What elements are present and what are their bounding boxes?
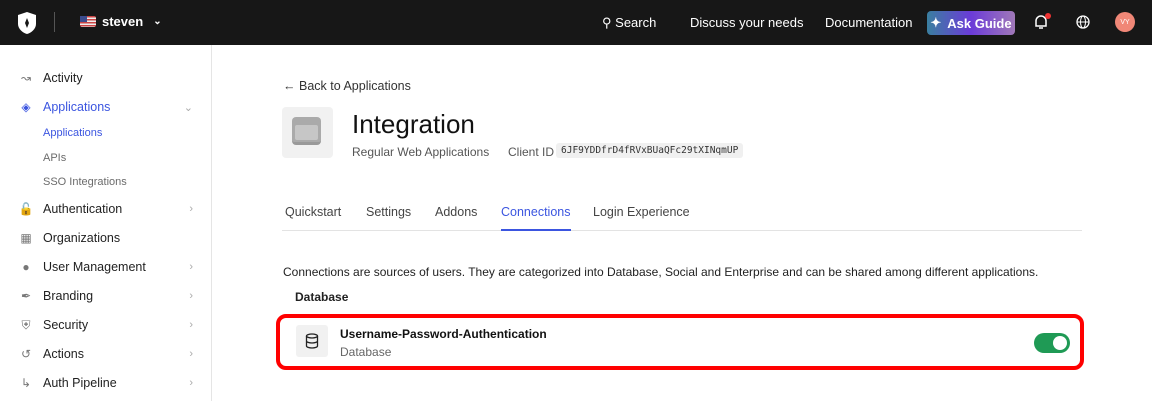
shield-icon: ⛨ [21, 318, 31, 332]
chevron-right-icon: › [189, 203, 193, 215]
tab-login-experience[interactable]: Login Experience [593, 205, 690, 219]
arrow-left-icon: ← [283, 79, 296, 93]
application-type: Regular Web Applications [352, 145, 490, 159]
tenant-name: steven [102, 14, 144, 29]
client-id-label: Client ID [508, 145, 555, 159]
connection-type: Database [340, 345, 392, 359]
ask-guide-label: Ask Guide [947, 15, 1012, 31]
sparkle-icon: ✦ [930, 15, 942, 30]
tab-quickstart[interactable]: Quickstart [285, 205, 341, 219]
activity-icon: ↝ [20, 71, 32, 85]
divider [54, 12, 55, 32]
database-icon [296, 325, 328, 357]
chevron-down-icon: ⌄ [183, 101, 193, 114]
sidebar-item-user-management[interactable]: ● User Management › [18, 260, 193, 274]
client-id-value[interactable]: 6JF9YDDfrD4fRVxBUaQFc29tXINqmUP [556, 143, 744, 158]
chevron-right-icon: › [189, 261, 193, 273]
back-label: Back to Applications [298, 79, 411, 93]
tab-settings[interactable]: Settings [366, 205, 411, 219]
sidebar-item-label: Applications [43, 100, 111, 114]
sidebar: ↝ Activity ◈ Applications ⌄ Applications AP… [0, 45, 212, 401]
sidebar-item-label: Authentication [43, 202, 123, 216]
chevron-right-icon: › [189, 348, 193, 360]
connection-enabled-toggle[interactable] [1034, 333, 1070, 353]
sidebar-sub-sso-integrations[interactable]: SSO Integrations [43, 176, 127, 188]
back-link[interactable]: ← Back to Applications [283, 79, 411, 93]
lock-icon: 🔓 [18, 202, 34, 216]
sidebar-item-actions[interactable]: ↺ Actions › [18, 347, 193, 361]
pipeline-icon: ↳ [20, 376, 32, 390]
section-heading: Database [295, 290, 349, 304]
sidebar-item-applications[interactable]: ◈ Applications ⌄ [18, 100, 193, 114]
chevron-right-icon: › [189, 319, 193, 331]
sidebar-item-security[interactable]: ⛨ Security › [18, 318, 193, 332]
search-label: Search [615, 15, 657, 30]
search-button[interactable]: ⚲ Search [602, 15, 656, 31]
ask-guide-button[interactable]: ✦ Ask Guide [927, 11, 1015, 35]
sidebar-sub-applications[interactable]: Applications [43, 127, 102, 139]
connections-description: Connections are sources of users. They a… [283, 265, 1039, 279]
organizations-icon: ▦ [20, 231, 32, 245]
tabs: Quickstart Settings Addons Connections L… [282, 196, 1082, 231]
connection-name: Username-Password-Authentication [340, 327, 547, 341]
application-icon [282, 107, 333, 158]
avatar[interactable]: VY [1115, 12, 1135, 32]
page-title: Integration [352, 109, 475, 139]
users-icon: ● [22, 260, 30, 274]
notification-dot [1045, 13, 1051, 19]
sidebar-item-label: Auth Pipeline [43, 376, 117, 390]
tab-addons[interactable]: Addons [435, 205, 477, 219]
sidebar-item-authentication[interactable]: 🔓 Authentication › [18, 202, 193, 216]
sidebar-item-branding[interactable]: ✒ Branding › [18, 289, 193, 303]
sidebar-item-activity[interactable]: ↝ Activity [18, 71, 193, 85]
sidebar-item-label: User Management [43, 260, 146, 274]
sidebar-item-label: Activity [43, 71, 83, 85]
documentation-link[interactable]: Documentation [825, 15, 912, 30]
globe-icon[interactable] [1076, 15, 1090, 29]
sidebar-item-label: Actions [43, 347, 84, 361]
chevron-right-icon: › [189, 290, 193, 302]
discuss-link[interactable]: Discuss your needs [690, 15, 803, 30]
logo-icon[interactable] [16, 11, 38, 35]
connection-card: Username-Password-Authentication Databas… [276, 314, 1084, 370]
sidebar-item-label: Organizations [43, 231, 121, 245]
flag-icon [80, 16, 96, 27]
brush-icon: ✒ [20, 289, 32, 303]
tab-connections[interactable]: Connections [501, 205, 571, 231]
sidebar-item-label: Security [43, 318, 89, 332]
search-icon: ⚲ [602, 15, 612, 30]
actions-icon: ↺ [20, 347, 32, 361]
applications-icon: ◈ [21, 100, 31, 114]
sidebar-sub-apis[interactable]: APIs [43, 152, 66, 164]
chevron-down-icon: ⌄ [153, 16, 162, 27]
tenant-selector[interactable]: steven ⌄ [80, 14, 162, 29]
sidebar-item-organizations[interactable]: ▦ Organizations [18, 231, 193, 245]
top-bar: steven ⌄ ⚲ Search Discuss your needs Docu… [0, 0, 1152, 45]
sidebar-item-auth-pipeline[interactable]: ↳ Auth Pipeline › [18, 376, 193, 390]
sidebar-item-label: Branding [43, 289, 94, 303]
chevron-right-icon: › [189, 377, 193, 389]
